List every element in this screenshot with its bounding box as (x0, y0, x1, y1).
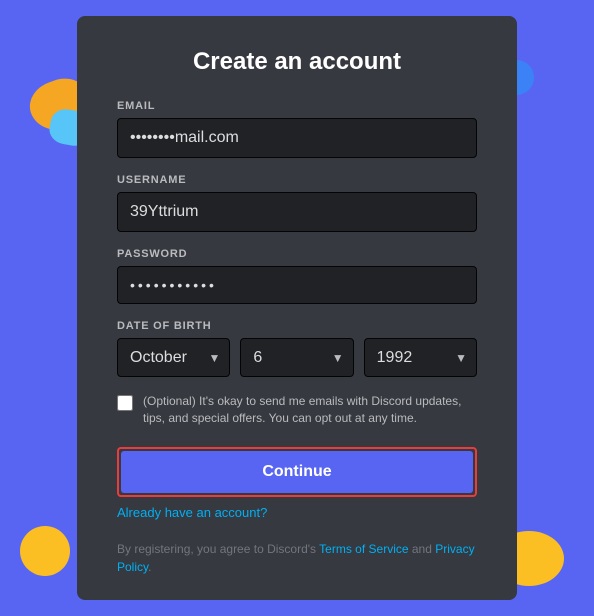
email-field-group: EMAIL (117, 100, 477, 158)
email-input[interactable] (117, 118, 477, 158)
month-select-wrapper: January February March April May June Ju… (117, 338, 230, 377)
day-field: 12345 678910 1112131415 1617181920 21222… (240, 338, 353, 377)
dob-selects-row: January February March April May June Ju… (117, 338, 477, 377)
email-opt-in-row: (Optional) It's okay to send me emails w… (117, 393, 477, 427)
login-link[interactable]: Already have an account? (117, 505, 477, 520)
tos-prefix: By registering, you agree to Discord's (117, 542, 319, 556)
email-opt-in-checkbox[interactable] (117, 395, 133, 411)
continue-button-wrapper: Continue (117, 447, 477, 497)
bg-decoration-3 (20, 526, 70, 576)
month-select[interactable]: January February March April May June Ju… (117, 338, 230, 377)
continue-button[interactable]: Continue (121, 451, 473, 493)
password-label: PASSWORD (117, 248, 477, 260)
username-input[interactable] (117, 192, 477, 232)
email-label: EMAIL (117, 100, 477, 112)
tos-suffix: . (148, 560, 151, 574)
dob-field-group: DATE OF BIRTH January February March Apr… (117, 320, 477, 377)
day-select[interactable]: 12345 678910 1112131415 1617181920 21222… (240, 338, 353, 377)
year-select-wrapper: 1992 1991 1990 1993 1994 1995 2000 2005 … (364, 338, 477, 377)
tos-connector: and (409, 542, 436, 556)
year-field: 1992 1991 1990 1993 1994 1995 2000 2005 … (364, 338, 477, 377)
day-select-wrapper: 12345 678910 1112131415 1617181920 21222… (240, 338, 353, 377)
tos-link[interactable]: Terms of Service (319, 542, 408, 556)
modal-title: Create an account (117, 48, 477, 76)
username-field-group: USERNAME (117, 174, 477, 232)
password-field-group: PASSWORD (117, 248, 477, 304)
year-select[interactable]: 1992 1991 1990 1993 1994 1995 2000 2005 (364, 338, 477, 377)
username-label: USERNAME (117, 174, 477, 186)
month-field: January February March April May June Ju… (117, 338, 230, 377)
email-opt-in-label: (Optional) It's okay to send me emails w… (143, 393, 477, 427)
registration-modal: Create an account EMAIL USERNAME PASSWOR… (77, 16, 517, 600)
password-input[interactable] (117, 266, 477, 304)
dob-label: DATE OF BIRTH (117, 320, 477, 332)
tos-text: By registering, you agree to Discord's T… (117, 540, 477, 576)
